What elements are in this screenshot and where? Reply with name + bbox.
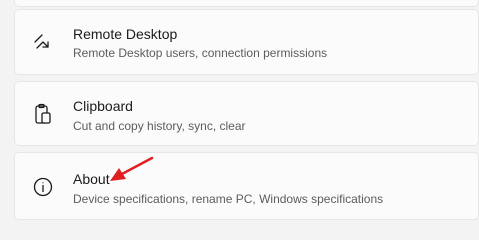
settings-item-remote-desktop[interactable]: Remote Desktop Remote Desktop users, con…	[14, 9, 479, 75]
info-icon	[31, 175, 55, 199]
settings-item-description: Device specifications, rename PC, Window…	[73, 192, 384, 206]
settings-item-description: Cut and copy history, sync, clear	[73, 119, 246, 133]
settings-item-title: Remote Desktop	[73, 26, 178, 42]
settings-item-description: Remote Desktop users, connection permiss…	[73, 46, 328, 60]
settings-item-partial[interactable]	[14, 0, 479, 7]
clipboard-icon	[31, 102, 55, 126]
settings-item-title: Clipboard	[73, 98, 133, 114]
settings-item-about[interactable]: About Device specifications, rename PC, …	[14, 152, 479, 220]
remote-desktop-icon	[31, 30, 55, 54]
settings-item-clipboard[interactable]: Clipboard Cut and copy history, sync, cl…	[14, 81, 479, 146]
settings-item-title: About	[73, 171, 110, 187]
